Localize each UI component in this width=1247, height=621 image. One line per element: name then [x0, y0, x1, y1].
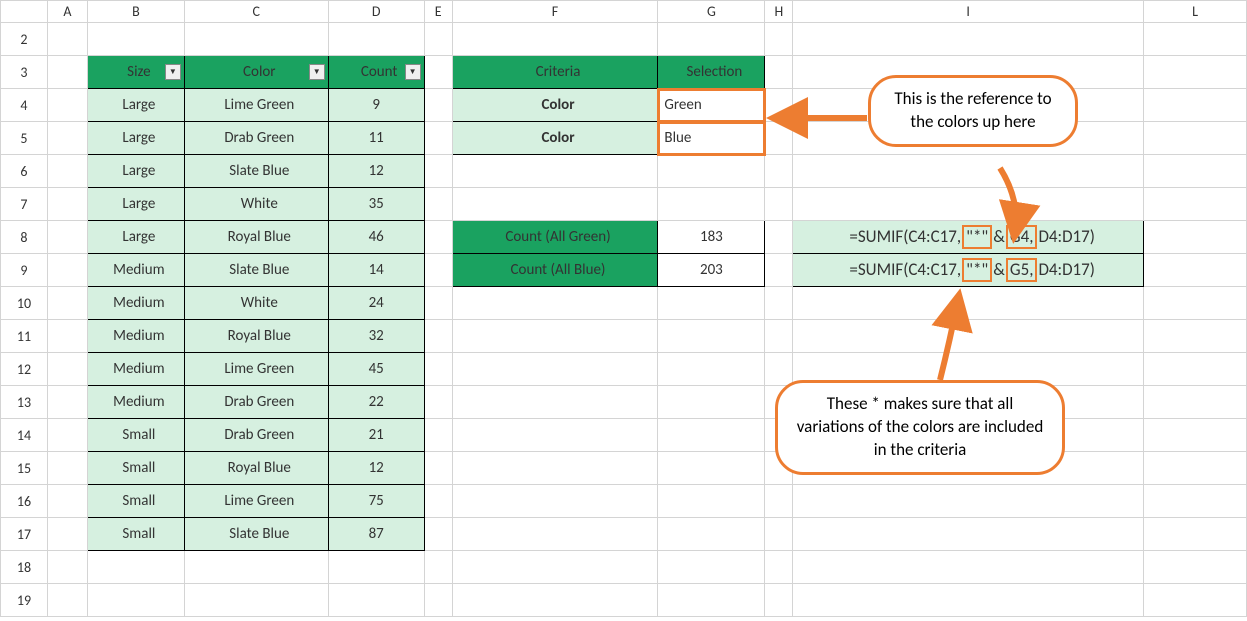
annotation-arrows: [0, 0, 1247, 621]
arrow-icon: [940, 300, 958, 380]
arrow-icon: [1000, 168, 1016, 232]
